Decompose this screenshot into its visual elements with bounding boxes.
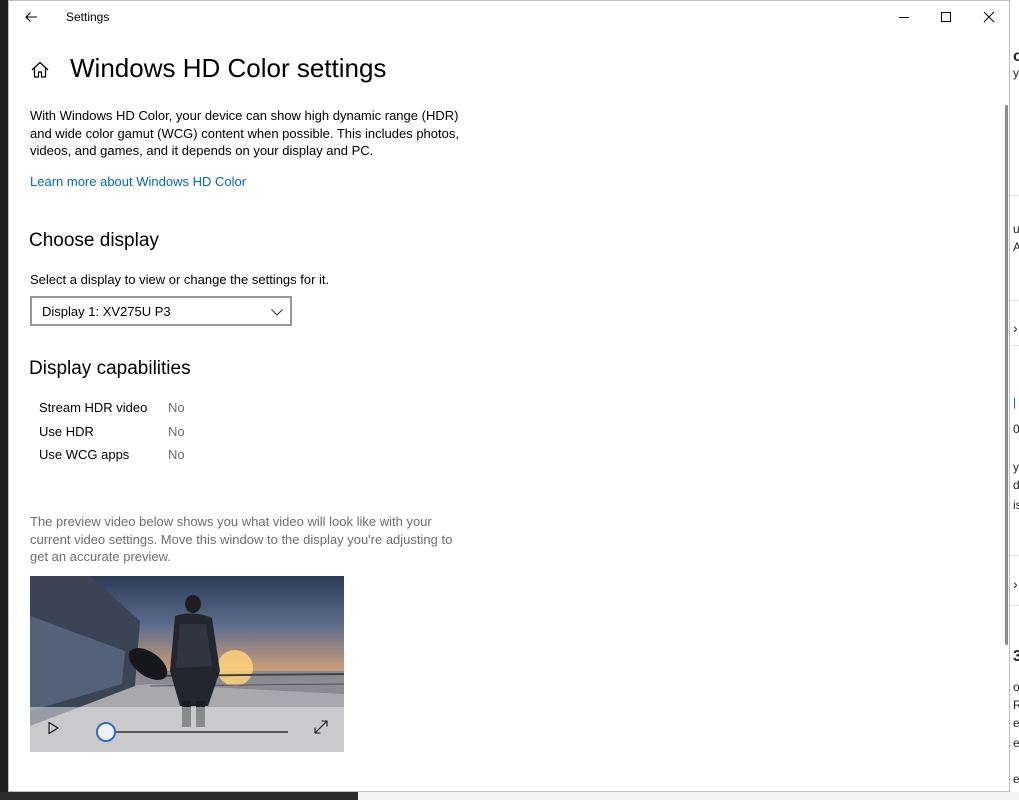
home-icon — [31, 61, 49, 78]
chevron-down-icon — [271, 309, 283, 316]
capability-value: No — [168, 447, 185, 462]
background-text: e — [1013, 736, 1019, 750]
seek-thumb[interactable] — [95, 722, 116, 742]
background-text: y — [1013, 66, 1019, 80]
background-chevron: › — [1013, 576, 1018, 592]
close-button[interactable] — [967, 1, 1009, 33]
choose-display-heading: Choose display — [29, 230, 159, 251]
background-text: e — [1013, 716, 1019, 730]
maximize-button[interactable] — [924, 1, 968, 33]
background-chevron: › — [1013, 320, 1018, 336]
capability-value: No — [168, 424, 185, 439]
desktop: o y u An › | 0 y dg is › 30 o RC e e e — [0, 0, 1019, 800]
capability-label: Use WCG apps — [39, 447, 130, 462]
play-button[interactable] — [44, 719, 62, 737]
video-controls — [30, 707, 344, 752]
back-arrow-icon — [25, 12, 37, 22]
display-dropdown[interactable]: Display 1: XV275U P3 — [30, 296, 292, 326]
capability-value: No — [168, 400, 185, 415]
home-button[interactable] — [29, 59, 51, 81]
background-text: o — [1013, 680, 1019, 694]
select-display-label: Select a display to view or change the s… — [30, 272, 330, 287]
background-text: An — [1013, 240, 1019, 254]
background-text: RC — [1013, 698, 1019, 712]
background-text: e — [1013, 772, 1019, 786]
background-text: dg — [1013, 478, 1019, 492]
settings-window: Settings Windows HD Color settings With … — [8, 0, 1010, 792]
back-button[interactable] — [19, 5, 43, 29]
intro-text: With Windows HD Color, your device can s… — [30, 108, 459, 158]
background-text: o — [1013, 48, 1019, 66]
background-text: u — [1013, 222, 1019, 236]
capability-label: Use HDR — [39, 424, 94, 439]
background-text: y — [1013, 460, 1019, 474]
background-text: 0 — [1013, 422, 1019, 436]
display-capabilities-heading: Display capabilities — [29, 358, 191, 379]
learn-more-link[interactable]: Learn more about Windows HD Color — [30, 174, 246, 189]
display-dropdown-value: Display 1: XV275U P3 — [42, 304, 171, 319]
preview-video[interactable] — [30, 576, 344, 752]
preview-note: The preview video below shows you what v… — [30, 514, 453, 564]
minimize-button[interactable] — [882, 1, 926, 33]
fullscreen-icon — [314, 720, 328, 734]
background-text: 30 — [1013, 648, 1019, 666]
background-text: is — [1013, 498, 1019, 512]
play-icon — [48, 721, 59, 735]
maximize-icon — [941, 12, 951, 22]
page-title: Windows HD Color settings — [70, 53, 387, 83]
background-text: | — [1013, 395, 1017, 409]
minimize-icon — [899, 17, 909, 18]
capability-label: Stream HDR video — [39, 400, 148, 415]
taskbar-dark-area — [0, 792, 358, 800]
title-bar[interactable]: Settings — [9, 1, 1009, 33]
window-title: Settings — [66, 10, 110, 24]
vertical-scrollbar[interactable] — [1005, 33, 1009, 791]
scrollbar-thumb[interactable] — [1005, 105, 1008, 645]
close-icon — [983, 11, 995, 23]
taskbar-strip — [0, 792, 1019, 800]
seek-track[interactable] — [96, 731, 288, 733]
fullscreen-button[interactable] — [312, 718, 330, 736]
